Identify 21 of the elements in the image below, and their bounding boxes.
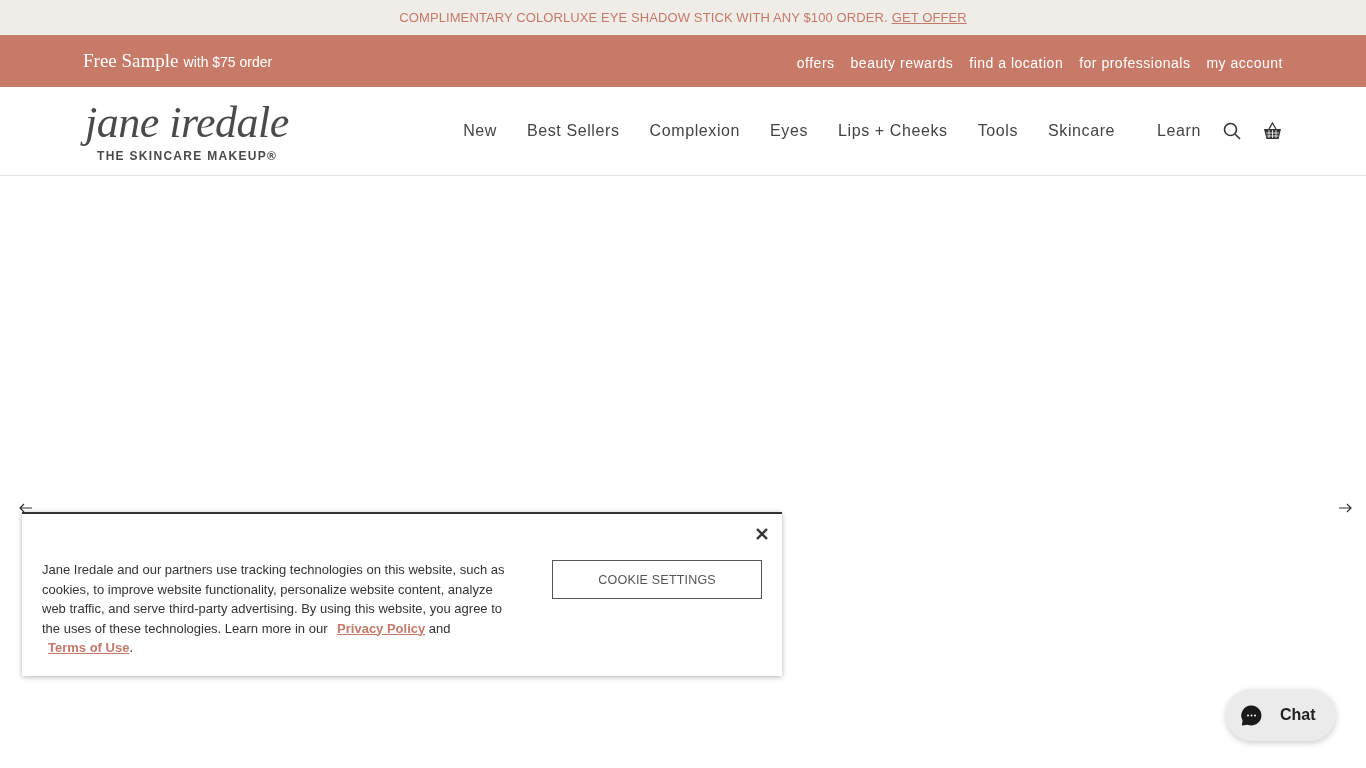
free-sample-title: Free Sample: [83, 50, 179, 72]
chat-bubble-icon: [1241, 704, 1262, 726]
nav-link[interactable]: Tools: [977, 122, 1018, 140]
free-sample-note: with $75 order: [183, 54, 273, 70]
nav-link[interactable]: Lips + Cheeks: [838, 122, 948, 140]
nav-link[interactable]: Best Sellers: [526, 122, 620, 140]
cookie-notice-text: Jane Iredale and our partners use tracking technologies on this website, such as cookies, to improve website functionality, personalize website content, analyze web traffic, and serve third-party advertising. By using this website, you agree to the uses of these technologies. Learn more in our Privacy Policy and Terms of Use.: [42, 561, 506, 657]
basket-icon[interactable]: [1263, 121, 1282, 141]
nav-link[interactable]: Skincare: [1048, 122, 1116, 140]
nav-link[interactable]: Complexion: [649, 122, 741, 140]
previous-arrow-icon[interactable]: [19, 503, 33, 513]
close-icon[interactable]: [756, 528, 768, 540]
nav-link[interactable]: Eyes: [770, 122, 808, 140]
search-icon[interactable]: [1223, 122, 1241, 140]
promo-text: COMPLIMENTARY COLORLUXE EYE SHADOW STICK WITH ANY $100 ORDER.: [399, 10, 888, 25]
chat-button[interactable]: Chat: [1226, 689, 1336, 741]
cookie-settings-button[interactable]: COOKIE SETTINGS: [552, 560, 762, 599]
nav-link[interactable]: Learn: [1157, 122, 1201, 140]
logo-tagline: THE SKINCARE MAKEUP®: [97, 149, 278, 163]
next-arrow-icon[interactable]: [1338, 503, 1352, 513]
nav-link[interactable]: New: [463, 122, 497, 140]
